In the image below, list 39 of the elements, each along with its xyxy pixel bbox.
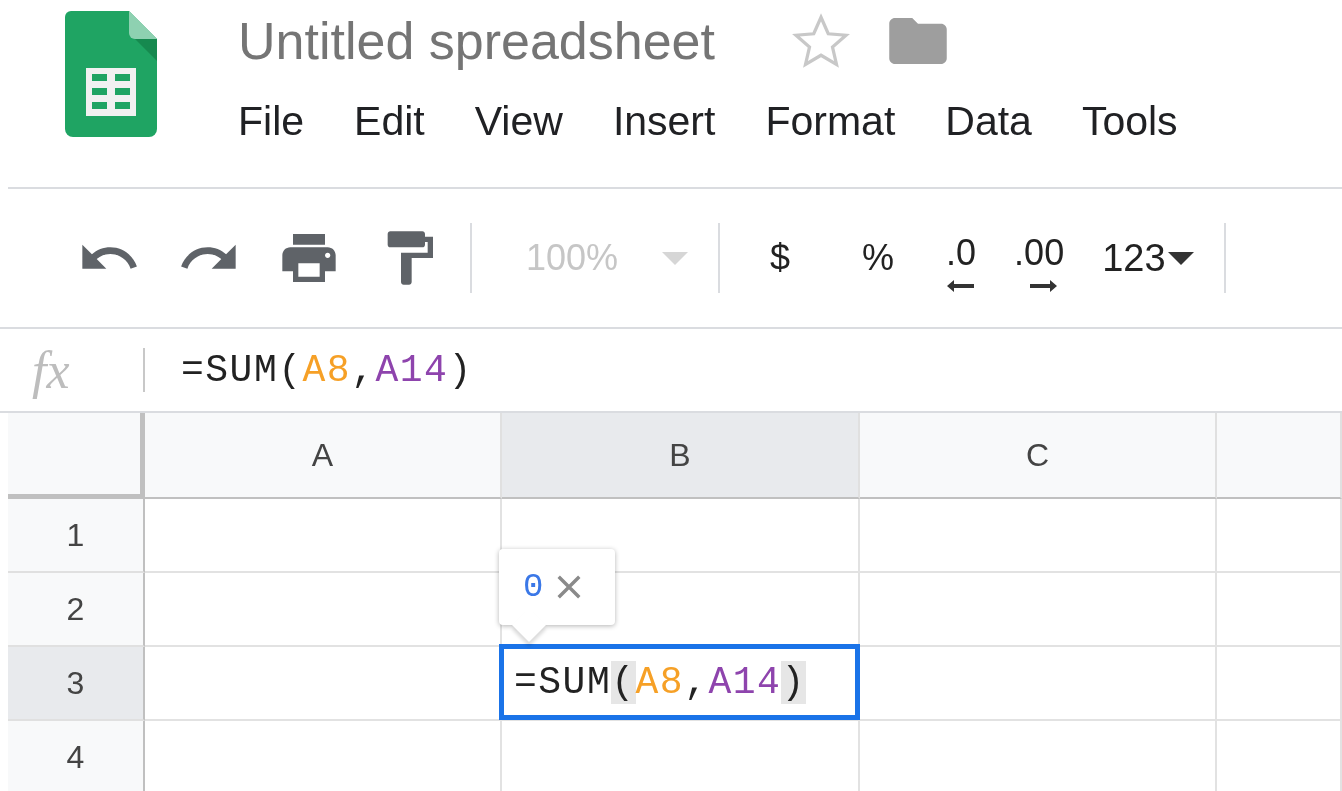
row-header[interactable]: 2 <box>8 573 145 647</box>
format-button[interactable]: $ <box>750 237 811 279</box>
increase-decimal-button[interactable]: .00 <box>1014 223 1065 293</box>
grid-cell[interactable] <box>860 573 1217 647</box>
menu-item[interactable]: Format <box>765 98 896 145</box>
decrease-decimal-button[interactable]: .0 <box>946 223 977 293</box>
select-all-corner[interactable] <box>8 413 145 499</box>
column-header[interactable] <box>1217 413 1342 499</box>
star-icon[interactable] <box>790 11 851 71</box>
number-format-dropdown[interactable]: 123 <box>1102 236 1194 280</box>
caret-icon <box>1167 251 1194 265</box>
folder-icon[interactable] <box>888 18 947 64</box>
sheets-logo-icon[interactable] <box>65 11 157 137</box>
grid-cell[interactable] <box>1217 499 1342 573</box>
column-header[interactable]: B <box>502 413 860 499</box>
grid-cell[interactable] <box>1217 573 1342 647</box>
formula-input[interactable]: =SUM(A8,A14) <box>181 348 473 392</box>
menu-item[interactable]: View <box>474 98 563 145</box>
row-header[interactable]: 1 <box>8 499 145 573</box>
arrow-icon <box>1028 279 1059 293</box>
format-button[interactable]: % <box>848 237 909 279</box>
menu-item[interactable]: File <box>238 98 305 145</box>
result-value: 0 <box>523 568 544 606</box>
row-header[interactable]: 4 <box>8 721 145 791</box>
grid-cell[interactable] <box>1217 647 1342 721</box>
function-label: fx <box>32 340 71 400</box>
document-title[interactable]: Untitled spreadsheet <box>238 11 715 71</box>
menu-item[interactable]: Data <box>945 98 1032 145</box>
close-icon[interactable] <box>557 575 582 599</box>
menu-item[interactable]: Tools <box>1081 98 1178 145</box>
menu-item[interactable]: Edit <box>354 98 425 145</box>
caret-icon <box>662 251 689 265</box>
menu-item[interactable]: Insert <box>612 98 716 145</box>
grid-cell[interactable] <box>860 499 1217 573</box>
active-cell-editor[interactable]: =SUM(A8,A14) <box>499 644 860 720</box>
arrow-icon <box>946 279 977 293</box>
column-header[interactable]: A <box>145 413 502 499</box>
row-header[interactable]: 3 <box>8 647 145 721</box>
column-header[interactable]: C <box>860 413 1217 499</box>
